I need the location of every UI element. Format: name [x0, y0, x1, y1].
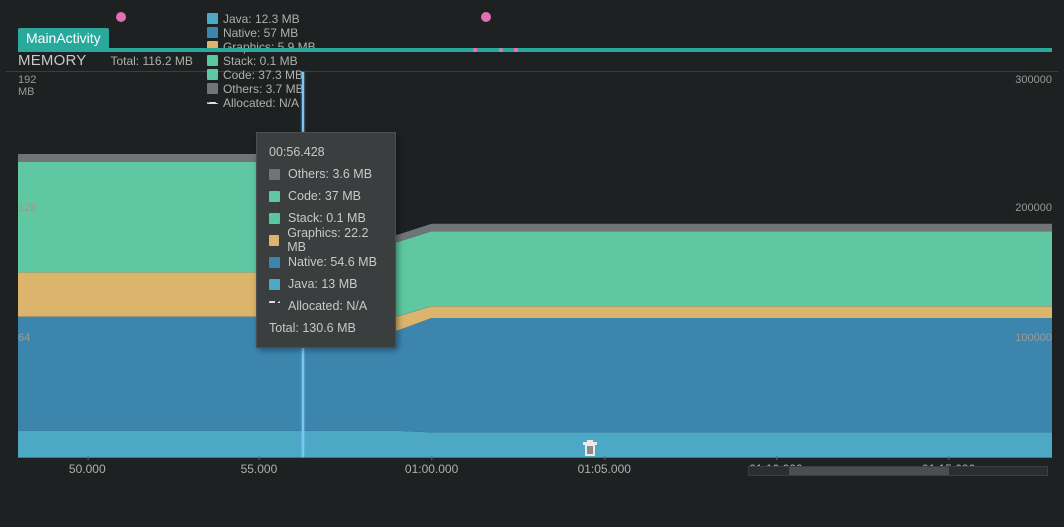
- tooltip-label: Graphics: 22.2 MB: [287, 226, 383, 254]
- hover-tooltip: 00:56.428 Others: 3.6 MB Code: 37 MB Stack…: [256, 132, 396, 348]
- legend-item-stack[interactable]: Stack: 0.1 MB: [207, 54, 316, 68]
- area-chart-svg: [18, 72, 1052, 457]
- tooltip-label: Java: 13 MB: [288, 277, 357, 291]
- tooltip-time: 00:56.428: [269, 141, 383, 163]
- tooltip-swatch: [269, 169, 280, 180]
- tooltip-row: Java: 13 MB: [269, 273, 383, 295]
- y-tick: 300000: [1015, 74, 1052, 86]
- legend-total: Total: 116.2 MB: [110, 54, 193, 68]
- tooltip-swatch: [269, 279, 280, 290]
- x-tick: 01:00.000: [405, 462, 458, 476]
- gc-event-icon[interactable]: [583, 440, 597, 458]
- memory-chart[interactable]: 192 MB 128 64 300000 200000 100000 50.00…: [6, 72, 1058, 492]
- x-tick: 50.000: [69, 462, 106, 476]
- y-tick: 100000: [1015, 332, 1052, 344]
- tooltip-swatch: [269, 257, 280, 268]
- tooltip-label: Code: 37 MB: [288, 189, 361, 203]
- tooltip-row: Others: 3.6 MB: [269, 163, 383, 185]
- area-series-native: [18, 317, 1052, 433]
- y-tick: 64: [18, 332, 30, 344]
- tooltip-label: Others: 3.6 MB: [288, 167, 372, 181]
- tooltip-label: Stack: 0.1 MB: [288, 211, 366, 225]
- tooltip-swatch: [269, 213, 280, 224]
- legend-label: Stack: 0.1 MB: [223, 54, 298, 68]
- profiler-panel: MainActivity MEMORY Total: 116.2 MB Java…: [0, 0, 1064, 527]
- tooltip-swatch: [269, 301, 280, 312]
- tooltip-row: Native: 54.6 MB: [269, 251, 383, 273]
- tooltip-row: Code: 37 MB: [269, 185, 383, 207]
- legend-swatch: [207, 55, 218, 66]
- tooltip-label: Native: 54.6 MB: [288, 255, 377, 269]
- activity-label[interactable]: MainActivity: [18, 28, 109, 48]
- area-series-java: [18, 431, 1052, 457]
- chart-title: MEMORY: [18, 52, 86, 69]
- timeline-scrollbar[interactable]: [748, 466, 1048, 476]
- legend-row: MEMORY Total: 116.2 MB Java: 12.3 MBNati…: [6, 50, 1058, 72]
- tooltip-swatch: [269, 191, 280, 202]
- activity-timeline[interactable]: MainActivity: [6, 4, 1058, 48]
- y-tick: 200000: [1015, 202, 1052, 214]
- event-dot-icon: [116, 12, 126, 22]
- activity-bar: [18, 48, 1052, 52]
- tooltip-total: Total: 130.6 MB: [269, 317, 383, 339]
- event-dot-icon: [481, 12, 491, 22]
- y-tick: 128: [18, 202, 36, 214]
- chart-plot-area[interactable]: [18, 72, 1052, 458]
- x-tick: 01:05.000: [578, 462, 631, 476]
- tooltip-label: Allocated: N/A: [288, 299, 367, 313]
- x-tick: 55.000: [241, 462, 278, 476]
- y-tick: 192 MB: [18, 74, 36, 98]
- scrollbar-thumb[interactable]: [789, 467, 949, 475]
- tooltip-row: Allocated: N/A: [269, 295, 383, 317]
- tooltip-swatch: [269, 235, 279, 246]
- tooltip-row: Graphics: 22.2 MB: [269, 229, 383, 251]
